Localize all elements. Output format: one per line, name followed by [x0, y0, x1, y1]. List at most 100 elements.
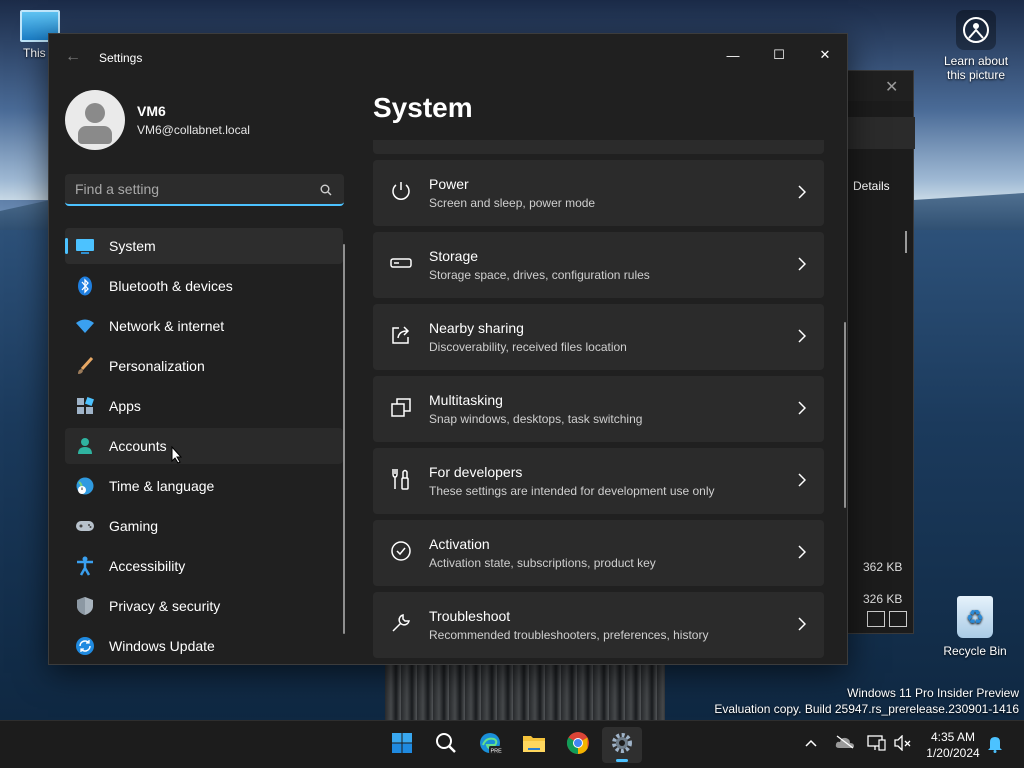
mouse-cursor-icon — [171, 446, 183, 464]
file-explorer-button[interactable] — [514, 727, 554, 763]
back-arrow-icon[interactable]: ← — [65, 48, 81, 66]
search-icon — [435, 732, 457, 759]
card-description: Storage space, drives, configuration rul… — [429, 268, 650, 282]
accessibility-icon — [75, 556, 95, 576]
learn-about-picture-icon[interactable]: Learn about this picture — [940, 10, 1012, 82]
sidebar-item-windows-update[interactable]: Windows Update — [65, 628, 343, 664]
sidebar-item-personalization[interactable]: Personalization — [65, 348, 343, 384]
wifi-icon — [75, 316, 95, 336]
settings-taskbar-button[interactable] — [602, 727, 642, 763]
sidebar-item-system[interactable]: System — [65, 228, 343, 264]
chevron-up-icon — [804, 735, 818, 753]
sidebar-item-label: Apps — [109, 398, 141, 414]
onedrive-tray-button[interactable] — [835, 735, 855, 754]
details-button[interactable]: Details — [853, 179, 890, 193]
card-multitasking[interactable]: Multitasking Snap windows, desktops, tas… — [373, 376, 824, 442]
close-button[interactable]: ✕ — [802, 40, 847, 70]
power-icon — [390, 180, 412, 207]
card-for-developers[interactable]: For developers These settings are intend… — [373, 448, 824, 514]
background-scrollbar[interactable] — [905, 231, 907, 253]
cloud-offline-icon — [835, 735, 855, 754]
card-title: Storage — [429, 248, 479, 264]
minimize-icon: — — [726, 47, 740, 63]
file-size-value: 326 KB — [863, 592, 903, 606]
chrome-icon — [566, 731, 590, 760]
gamepad-icon — [75, 516, 95, 536]
apps-icon — [75, 396, 95, 416]
sidebar-item-gaming[interactable]: Gaming — [65, 508, 343, 544]
sidebar-item-label: Network & internet — [109, 318, 225, 334]
chevron-right-icon — [798, 257, 807, 276]
display-icon — [75, 236, 95, 256]
sidebar-item-label: Accounts — [109, 438, 167, 454]
view-toggle[interactable] — [867, 611, 907, 627]
details-view-icon[interactable] — [867, 611, 885, 627]
card-activation[interactable]: Activation Activation state, subscriptio… — [373, 520, 824, 586]
person-icon — [75, 436, 95, 456]
sidebar-scrollbar[interactable] — [343, 244, 345, 634]
background-explorer-window[interactable]: ✕ Details 362 KB 326 KB — [846, 70, 915, 634]
card-troubleshoot[interactable]: Troubleshoot Recommended troubleshooters… — [373, 592, 824, 658]
minimize-button[interactable]: — — [710, 40, 756, 70]
edge-button[interactable]: PRE — [470, 727, 510, 763]
file-size-value: 362 KB — [863, 560, 903, 574]
sidebar-item-time-language[interactable]: Time & language — [65, 468, 343, 504]
wallpaper-pier — [385, 664, 665, 720]
sidebar-item-apps[interactable]: Apps — [65, 388, 343, 424]
activation-icon — [390, 540, 412, 567]
sidebar-item-label: Accessibility — [109, 558, 186, 574]
sidebar-item-accessibility[interactable]: Accessibility — [65, 548, 343, 584]
camera-info-icon — [956, 10, 996, 50]
evaluation-watermark: Windows 11 Pro Insider Preview Evaluatio… — [714, 685, 1019, 717]
card-nearby-sharing[interactable]: Nearby sharing Discoverability, received… — [373, 304, 824, 370]
search-input[interactable] — [65, 181, 305, 197]
clock-time: 4:35 AM — [930, 730, 976, 744]
bluetooth-icon — [75, 276, 95, 296]
maximize-button[interactable]: ☐ — [756, 40, 802, 70]
search-icon[interactable] — [320, 183, 332, 201]
sidebar-item-label: Bluetooth & devices — [109, 278, 233, 294]
title-bar: ← Settings — ☐ ✕ — [49, 34, 847, 80]
start-button[interactable] — [382, 727, 422, 763]
recycle-bin-desktop-icon[interactable]: ♻ Recycle Bin — [942, 596, 1008, 658]
avatar[interactable] — [65, 90, 125, 150]
sidebar-item-network[interactable]: Network & internet — [65, 308, 343, 344]
notifications-button[interactable] — [987, 735, 1003, 758]
card-title: Nearby sharing — [429, 320, 524, 336]
sidebar-item-bluetooth[interactable]: Bluetooth & devices — [65, 268, 343, 304]
tiles-view-icon[interactable] — [889, 611, 907, 627]
card-title: Troubleshoot — [429, 608, 511, 624]
svg-text:PRE: PRE — [491, 748, 503, 754]
chevron-right-icon — [798, 185, 807, 204]
user-profile[interactable]: VM6 VM6@collabnet.local — [65, 90, 250, 150]
sidebar-item-label: Privacy & security — [109, 598, 221, 614]
volume-tray-button[interactable] — [894, 734, 912, 756]
content-scrollbar[interactable] — [844, 322, 846, 508]
sidebar-item-privacy[interactable]: Privacy & security — [65, 588, 343, 624]
share-icon — [390, 324, 412, 351]
background-close-icon[interactable]: ✕ — [885, 77, 898, 97]
card-storage[interactable]: Storage Storage space, drives, configura… — [373, 232, 824, 298]
card-description: Screen and sleep, power mode — [429, 196, 596, 210]
watermark-edition: Windows 11 Pro Insider Preview — [847, 686, 1019, 700]
partial-card[interactable] — [373, 140, 824, 154]
show-hidden-icons-button[interactable] — [804, 735, 818, 753]
system-clock[interactable]: 4:35 AM 1/20/2024 — [918, 729, 988, 761]
taskbar-search-button[interactable] — [426, 727, 466, 763]
chevron-right-icon — [798, 545, 807, 564]
sidebar-item-label: Personalization — [109, 358, 205, 374]
storage-icon — [390, 256, 412, 274]
settings-window[interactable]: ← Settings — ☐ ✕ VM6 VM6@collabnet.local… — [48, 33, 848, 665]
avatar-body — [78, 126, 112, 144]
search-box[interactable] — [65, 174, 344, 206]
card-description: Discoverability, received files location — [429, 340, 627, 354]
sidebar-item-label: Time & language — [109, 478, 215, 494]
multitasking-icon — [390, 396, 412, 423]
profile-name: VM6 — [137, 103, 166, 119]
chrome-button[interactable] — [558, 727, 598, 763]
refresh-icon — [75, 636, 95, 656]
start-icon — [391, 732, 413, 759]
sidebar-item-accounts[interactable]: Accounts — [65, 428, 343, 464]
card-power[interactable]: Power Screen and sleep, power mode — [373, 160, 824, 226]
network-tray-button[interactable] — [866, 735, 886, 756]
